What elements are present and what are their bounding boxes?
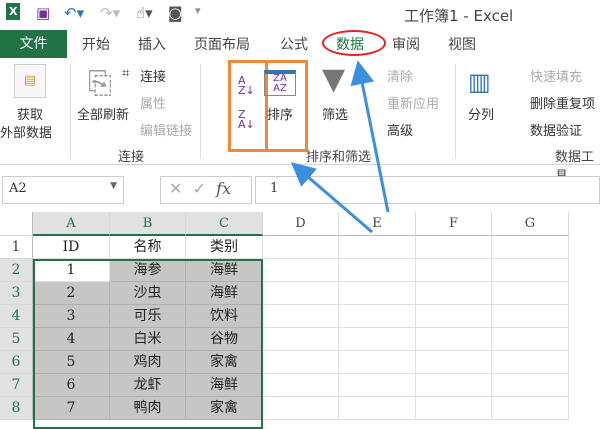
arrow-to-sort-group [290,162,373,234]
annotation-arrows [290,60,390,234]
arrow-to-filter [350,60,390,213]
